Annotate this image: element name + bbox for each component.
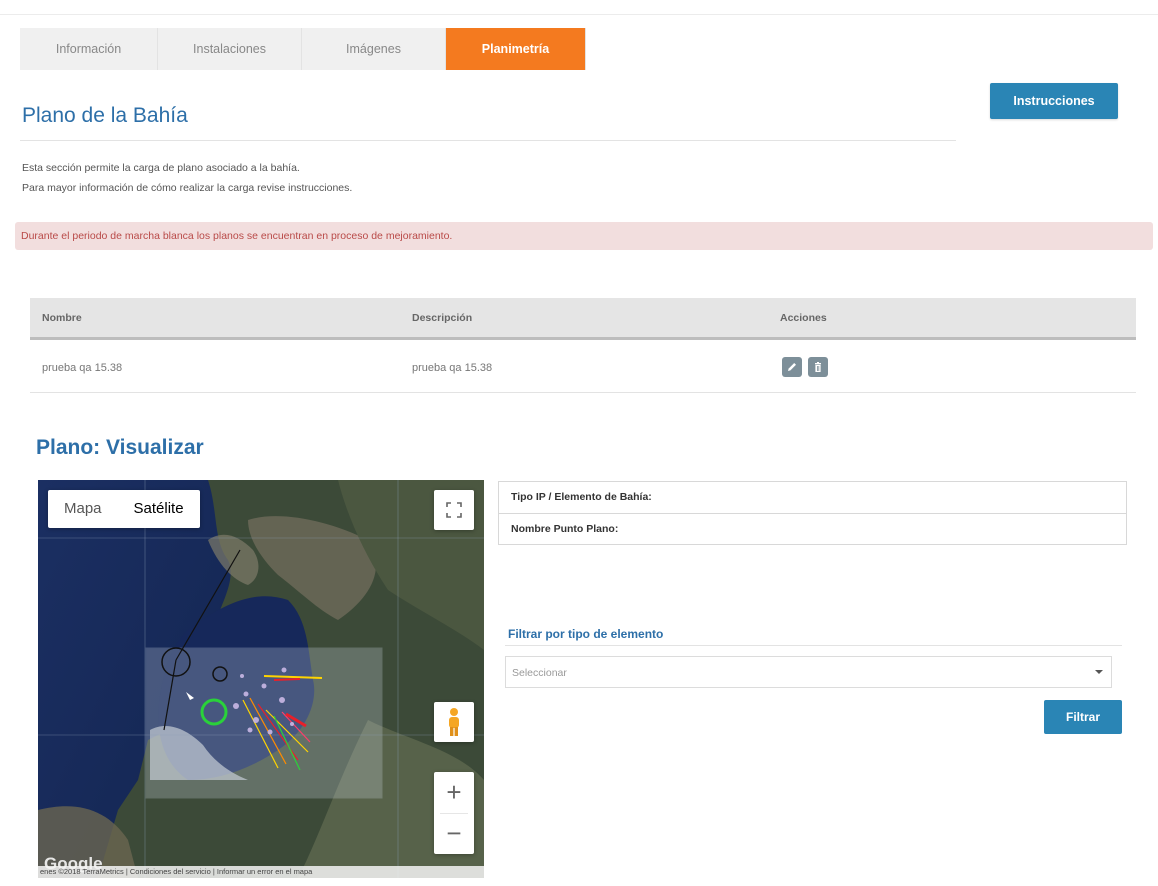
map-viewer[interactable]: Mapa Satélite + − Google enes ©2018 Terr… — [38, 480, 484, 878]
zoom-separator — [440, 813, 468, 814]
pegman-icon — [449, 708, 459, 736]
zoom-in-button[interactable]: + — [434, 772, 474, 813]
cell-nombre: prueba qa 15.38 — [42, 362, 123, 374]
tab-bar: Información Instalaciones Imágenes Plani… — [20, 28, 586, 70]
description-line-2: Para mayor información de cómo realizar … — [22, 182, 353, 194]
street-view-button[interactable] — [434, 702, 474, 742]
edit-button[interactable] — [782, 357, 802, 377]
alert-banner: Durante el periodo de marcha blanca los … — [15, 222, 1153, 250]
top-divider — [0, 14, 1158, 15]
column-header-nombre: Nombre — [42, 312, 82, 324]
zoom-control: + − — [434, 772, 474, 854]
fullscreen-icon — [446, 502, 462, 518]
info-nombre-punto: Nombre Punto Plano: — [499, 513, 1126, 544]
map-attribution[interactable]: enes ©2018 TerraMetrics | Condiciones de… — [38, 866, 484, 878]
column-header-descripcion: Descripción — [412, 312, 473, 324]
table-row: prueba qa 15.38 prueba qa 15.38 — [30, 343, 1136, 393]
viewer-title: Plano: Visualizar — [36, 436, 204, 459]
cell-descripcion: prueba qa 15.38 — [412, 362, 493, 374]
select-placeholder: Seleccionar — [512, 667, 567, 679]
element-type-select[interactable]: Seleccionar — [505, 656, 1112, 688]
tab-instalaciones[interactable]: Instalaciones — [158, 28, 302, 70]
pencil-icon — [788, 363, 796, 371]
tab-informacion[interactable]: Información — [20, 28, 158, 70]
map-type-mapa[interactable]: Mapa — [48, 490, 118, 528]
filter-button[interactable]: Filtrar — [1044, 700, 1122, 734]
map-type-control: Mapa Satélite — [48, 490, 200, 528]
info-tipo-ip: Tipo IP / Elemento de Bahía: — [511, 491, 652, 503]
delete-button[interactable] — [808, 357, 828, 377]
description-line-1: Esta sección permite la carga de plano a… — [22, 162, 300, 174]
map-type-satelite[interactable]: Satélite — [118, 490, 200, 528]
zoom-out-button[interactable]: − — [434, 813, 474, 854]
satellite-imagery — [38, 480, 484, 878]
chevron-down-icon — [1095, 670, 1103, 674]
instructions-button[interactable]: Instrucciones — [990, 83, 1118, 119]
tab-imagenes[interactable]: Imágenes — [302, 28, 446, 70]
tab-planimetria[interactable]: Planimetría — [446, 28, 586, 70]
column-header-acciones: Acciones — [780, 312, 827, 324]
fullscreen-button[interactable] — [434, 490, 474, 530]
page-title: Plano de la Bahía — [22, 104, 188, 127]
filter-label: Filtrar por tipo de elemento — [508, 627, 664, 641]
filter-divider — [505, 645, 1122, 646]
title-divider — [20, 140, 956, 141]
table-header: Nombre Descripción Acciones — [30, 298, 1136, 340]
trash-icon — [815, 362, 821, 372]
point-info-panel: Tipo IP / Elemento de Bahía: Nombre Punt… — [498, 481, 1127, 545]
